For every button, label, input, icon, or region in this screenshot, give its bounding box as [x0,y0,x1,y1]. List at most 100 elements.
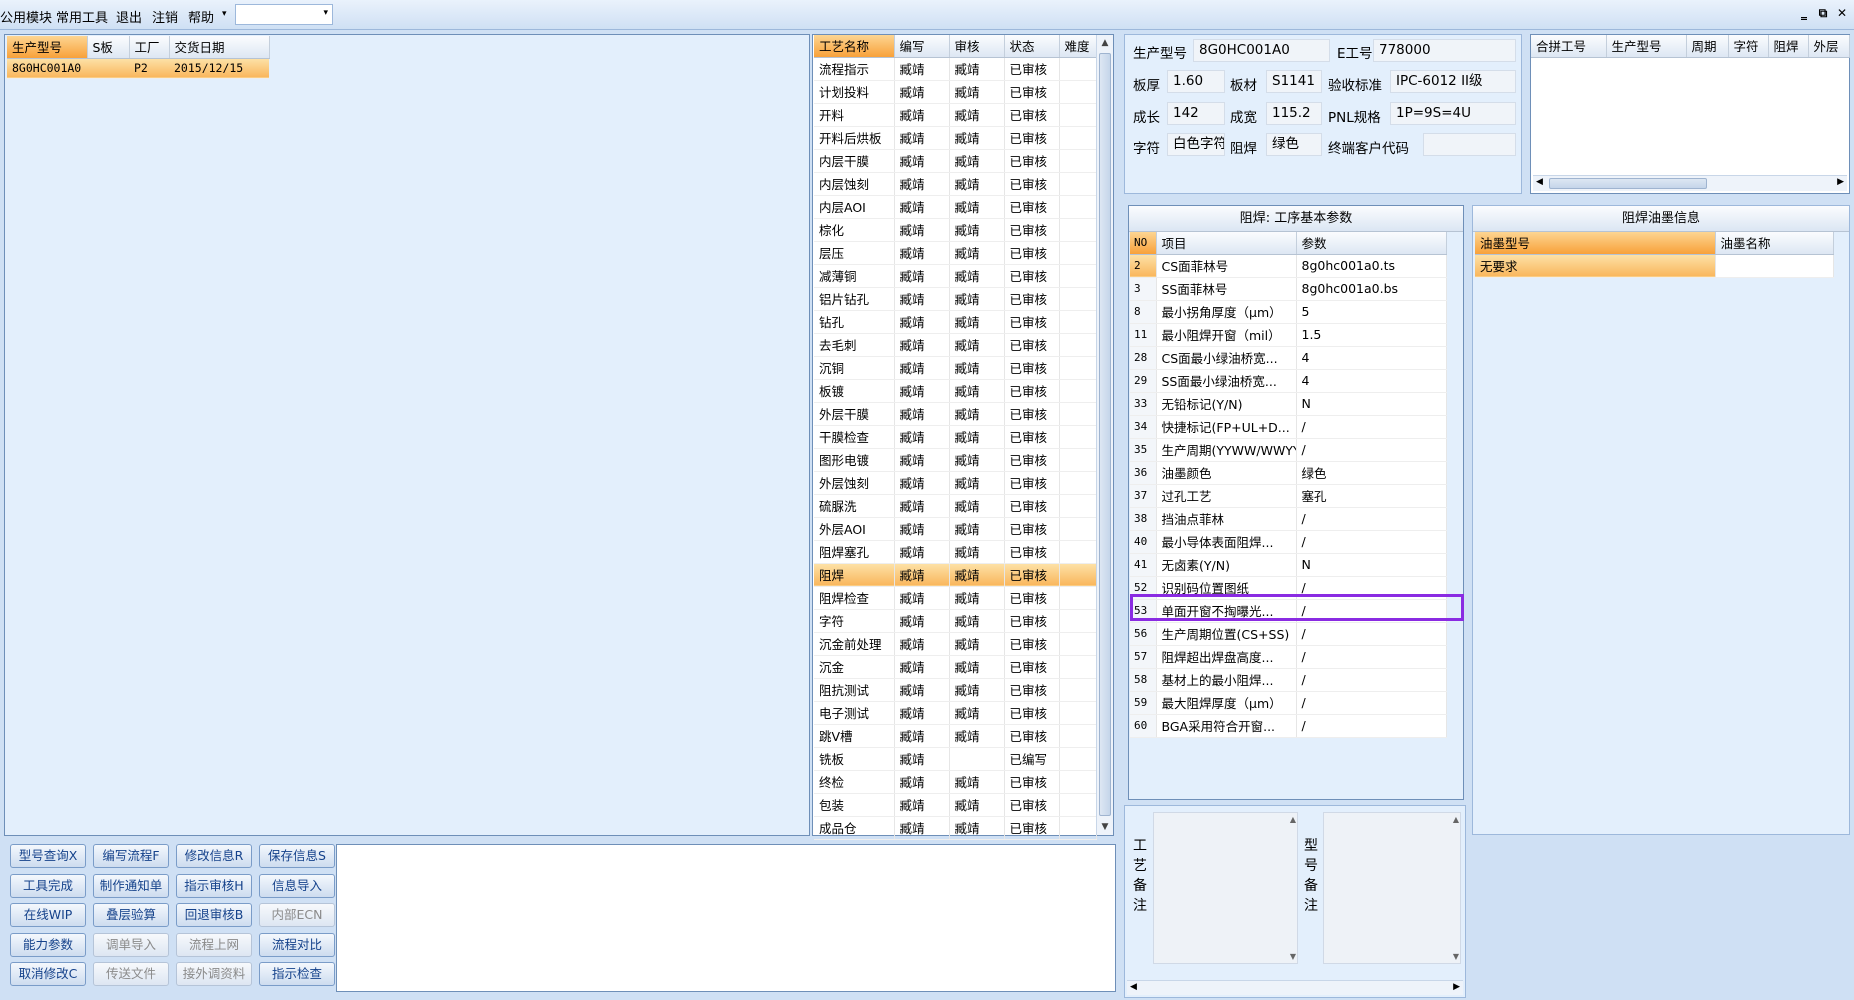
character-field[interactable]: 白色字符 [1167,133,1225,156]
merge-list-scrollbar[interactable]: ◀ ▶ [1533,175,1847,191]
column-header-merge-model[interactable]: 生产型号 [1606,35,1687,58]
column-header-process-name[interactable]: 工艺名称 [814,35,895,58]
column-header-ink-name[interactable]: 油墨名称 [1715,232,1834,255]
column-header-status[interactable]: 状态 [1004,35,1060,58]
table-row[interactable]: 板镀 臧靖 臧靖 已审核 [814,379,1097,403]
chevron-down-icon[interactable]: ▾ [323,8,328,18]
restore-icon[interactable]: ⧉ [1815,6,1831,21]
scroll-up-icon[interactable]: ▲ [1290,815,1296,824]
table-row[interactable]: 内层干膜 臧靖 臧靖 已审核 [814,149,1097,173]
send-file-button[interactable]: 传送文件 [93,962,169,986]
scroll-up-icon[interactable]: ▲ [1453,815,1459,824]
menu-public-modules[interactable]: 公用模块 [0,7,52,26]
table-row[interactable]: 8G0HC001A0 P2 2015/12/15 [7,58,269,79]
table-row[interactable]: 去毛刺 臧靖 臧靖 已审核 [814,333,1097,357]
process-remark-field[interactable]: ▲ ▼ [1153,812,1298,964]
notes-text-area[interactable] [336,844,1116,992]
model-field[interactable]: 8G0HC001A0 [1193,39,1330,62]
table-row[interactable]: 37 过孔工艺 塞孔 [1130,484,1447,508]
table-row[interactable]: 流程指示 臧靖 臧靖 已审核 [814,57,1097,81]
table-row[interactable]: 41 无卤素(Y/N) N [1130,553,1447,577]
cancel-modify-button[interactable]: 取消修改C [10,962,86,986]
table-row[interactable]: 阻抗测试 臧靖 臧靖 已审核 [814,678,1097,702]
scroll-down-icon[interactable]: ▼ [1097,819,1113,835]
column-header-solder-mask[interactable]: 阻焊 [1768,35,1809,58]
modify-info-button[interactable]: 修改信息R [176,844,252,868]
job-field[interactable]: 778000 [1373,39,1516,62]
column-header-s-board[interactable]: S板 [87,36,130,59]
column-header-character[interactable]: 字符 [1728,35,1769,58]
menu-dropdown-arrow-icon[interactable]: ▾ [222,9,227,19]
model-query-button[interactable]: 型号查询X [10,844,86,868]
column-header-author[interactable]: 编写 [894,35,950,58]
table-row[interactable]: 沉铜 臧靖 臧靖 已审核 [814,356,1097,380]
table-row[interactable]: 包装 臧靖 臧靖 已审核 [814,793,1097,817]
scrollbar-thumb[interactable] [1549,178,1707,189]
menu-logout[interactable]: 注销 [152,7,178,26]
save-info-button[interactable]: 保存信息S [259,844,335,868]
table-row[interactable]: 干膜检查 臧靖 臧靖 已审核 [814,425,1097,449]
close-icon[interactable]: ✕ [1834,6,1850,20]
table-row[interactable]: 沉金前处理 臧靖 臧靖 已审核 [814,632,1097,656]
capability-params-button[interactable]: 能力参数 [10,932,86,957]
table-row[interactable]: 外层AOI 臧靖 臧靖 已审核 [814,517,1097,541]
table-row[interactable]: 钻孔 臧靖 臧靖 已审核 [814,310,1097,334]
table-row[interactable]: 28 CS面最小绿油桥宽... 4 [1130,346,1447,370]
process-list-scrollbar[interactable]: ▲ ▼ [1096,35,1113,835]
menu-help[interactable]: 帮助 [188,7,214,26]
flow-compare-button[interactable]: 流程对比 [259,932,335,957]
online-wip-button[interactable]: 在线WIP [10,903,86,927]
menu-common-tools[interactable]: 常用工具 [56,7,108,26]
table-row[interactable]: 减薄铜 臧靖 臧靖 已审核 [814,264,1097,288]
column-header-merge-job[interactable]: 合拼工号 [1531,35,1607,58]
table-row[interactable]: 外层干膜 臧靖 臧靖 已审核 [814,402,1097,426]
solder-mask-field[interactable]: 绿色 [1266,133,1322,156]
table-row[interactable]: 8 最小拐角厚度（μm） 5 [1130,300,1447,324]
table-row[interactable]: 开料 臧靖 臧靖 已审核 [814,103,1097,127]
menu-exit[interactable]: 退出 [116,7,142,26]
table-row[interactable]: 36 油墨颜色 绿色 [1130,461,1447,485]
info-import-button[interactable]: 信息导入 [259,873,335,898]
table-row[interactable]: 阻焊塞孔 臧靖 臧靖 已审核 [814,540,1097,564]
model-remark-field[interactable]: ▲ ▼ [1323,812,1461,964]
column-header-item[interactable]: 项目 [1156,232,1297,255]
table-row[interactable]: 铣板 臧靖 已编写 [814,747,1097,771]
table-row[interactable]: 35 生产周期(YYWW/WWYY) / [1130,438,1447,462]
table-row[interactable]: 跳V槽 臧靖 臧靖 已审核 [814,724,1097,748]
table-row[interactable]: 外层蚀刻 臧靖 臧靖 已审核 [814,471,1097,495]
table-row[interactable]: 硫脲洗 臧靖 臧靖 已审核 [814,494,1097,518]
column-header-factory[interactable]: 工厂 [129,36,170,59]
table-row[interactable]: 33 无铅标记(Y/N) N [1130,392,1447,416]
table-row[interactable]: 棕化 臧靖 臧靖 已审核 [814,218,1097,242]
length-field[interactable]: 142 [1167,102,1225,125]
table-row[interactable]: 图形电镀 臧靖 臧靖 已审核 [814,448,1097,472]
width-field[interactable]: 115.2 [1266,102,1322,125]
column-header-ink-model[interactable]: 油墨型号 [1475,232,1716,255]
external-data-button[interactable]: 接外调资料 [176,962,252,986]
column-header-no[interactable]: NO [1130,232,1157,255]
table-row[interactable]: 成品仓 臧靖 臧靖 已审核 [814,816,1097,840]
table-row[interactable]: 57 阻焊超出焊盘高度... / [1130,645,1447,669]
remarks-scrollbar[interactable]: ◀ ▶ [1127,980,1463,995]
instruction-review-button[interactable]: 指示审核H [176,873,252,898]
flow-online-button[interactable]: 流程上网 [176,932,252,957]
table-row[interactable]: 58 基材上的最小阻焊... / [1130,668,1447,692]
column-header-difficulty[interactable]: 难度 [1059,35,1097,58]
table-row[interactable]: 内层AOI 臧靖 臧靖 已审核 [814,195,1097,219]
stackup-check-button[interactable]: 叠层验算 [93,903,169,927]
scroll-right-icon[interactable]: ▶ [1837,177,1844,187]
table-row[interactable]: 3 SS面菲林号 8g0hc001a0.bs [1130,277,1447,301]
scroll-left-icon[interactable]: ◀ [1130,982,1137,992]
table-row[interactable]: 56 生产周期位置(CS+SS) / [1130,622,1447,646]
table-row[interactable]: 2 CS面菲林号 8g0hc001a0.ts [1130,254,1447,278]
table-row[interactable]: 34 快捷标记(FP+UL+D... / [1130,415,1447,439]
scroll-down-icon[interactable]: ▼ [1453,952,1459,961]
transfer-import-button[interactable]: 调单导入 [93,932,169,957]
pnl-field[interactable]: 1P=9S=4U [1390,102,1516,125]
column-header-period[interactable]: 周期 [1686,35,1729,58]
internal-ecn-button[interactable]: 内部ECN [259,903,335,927]
material-field[interactable]: S1141 [1266,70,1322,93]
menu-combo-box[interactable]: ▾ [235,4,333,25]
thickness-field[interactable]: 1.60 [1167,70,1225,93]
table-row[interactable]: 沉金 臧靖 臧靖 已审核 [814,655,1097,679]
